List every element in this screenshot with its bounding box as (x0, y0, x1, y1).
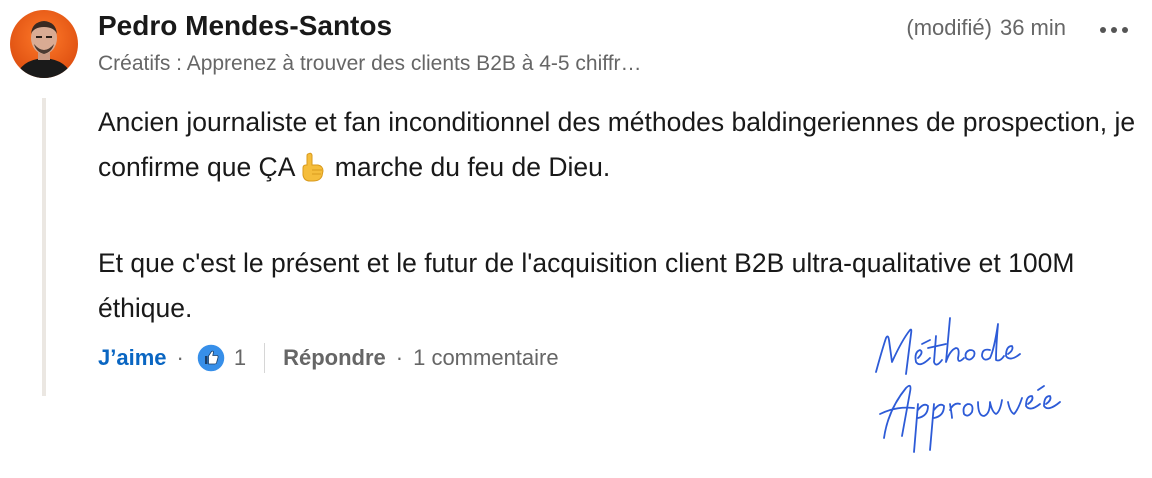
edited-label: (modifié) (906, 15, 992, 40)
comment-actions: J’aime · 1 Répondre · 1 commentaire (98, 340, 559, 376)
author-headline: Créatifs : Apprenez à trouver des client… (98, 52, 642, 75)
avatar-photo (10, 10, 78, 78)
author-name[interactable]: Pedro Mendes-Santos (98, 10, 392, 42)
comment-paragraph: Ancien journaliste et fan inconditionnel… (98, 100, 1138, 196)
comment-text: Ancien journaliste et fan inconditionnel… (98, 107, 1136, 182)
reply-button[interactable]: Répondre (283, 345, 386, 371)
like-thumb-icon[interactable] (196, 343, 226, 373)
methode-approuvee-signature (875, 317, 1061, 453)
comment-text: marche du feu de Dieu. (334, 152, 611, 182)
like-button[interactable]: J’aime (98, 345, 167, 371)
divider (264, 343, 266, 373)
separator-dot: · (395, 345, 404, 370)
separator-dot: · (176, 345, 184, 370)
thread-line (42, 98, 46, 396)
ellipsis-icon (1100, 27, 1128, 33)
comment-card: Pedro Mendes-Santos Créatifs : Apprenez … (0, 0, 1152, 478)
pointing-up-hand-icon (299, 151, 325, 196)
timestamp: 36 min (999, 15, 1066, 40)
avatar[interactable] (10, 10, 78, 78)
reaction-count[interactable]: 1 (234, 345, 246, 371)
replies-count[interactable]: 1 commentaire (413, 345, 559, 371)
comment-body: Ancien journaliste et fan inconditionnel… (98, 100, 1138, 331)
comment-meta: (modifié) 36 min (906, 15, 1066, 41)
more-options-button[interactable] (1094, 12, 1134, 48)
